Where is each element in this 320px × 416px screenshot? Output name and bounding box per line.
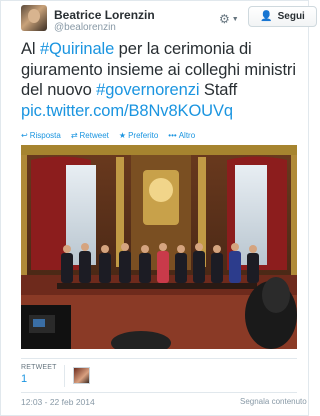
tweet-header: Beatrice Lorenzin @bealorenzin ⚙ ▼ 👤 Segu… bbox=[21, 5, 317, 35]
author-handle[interactable]: @bealorenzin bbox=[54, 22, 116, 33]
more-dots-icon: ••• bbox=[168, 130, 177, 140]
tweet-text: Al #Quirinale per la cerimonia di giuram… bbox=[21, 39, 301, 121]
follow-button[interactable]: 👤 Segui bbox=[248, 6, 317, 27]
report-link[interactable]: Segnala contenuto bbox=[240, 397, 307, 406]
tweet-actions: ↩ Risposta ⇄ Retweet ★ Preferito ••• Altro bbox=[21, 129, 205, 141]
favorite-action[interactable]: ★ Preferito bbox=[119, 131, 158, 140]
tweet-photo[interactable] bbox=[21, 145, 297, 349]
more-action[interactable]: ••• Altro bbox=[168, 131, 195, 140]
reply-icon: ↩ bbox=[21, 130, 28, 140]
chevron-down-icon: ▼ bbox=[231, 15, 239, 23]
author-avatar[interactable] bbox=[21, 5, 47, 31]
reply-action[interactable]: ↩ Risposta bbox=[21, 131, 61, 140]
settings-menu-button[interactable]: ⚙ ▼ bbox=[219, 11, 241, 27]
retweet-action[interactable]: ⇄ Retweet bbox=[71, 131, 109, 140]
more-label: Altro bbox=[178, 130, 196, 140]
stats-divider bbox=[21, 358, 297, 359]
retweet-stat-count[interactable]: 1 bbox=[21, 373, 27, 385]
retweet-stat-label: RETWEET bbox=[21, 364, 57, 371]
ceremony-photo bbox=[21, 145, 297, 349]
author-name[interactable]: Beatrice Lorenzin bbox=[54, 8, 155, 22]
tweet-text-part: Al bbox=[21, 40, 40, 58]
retweeter-avatar[interactable] bbox=[73, 367, 90, 384]
footer-divider bbox=[21, 392, 297, 393]
reply-label: Risposta bbox=[29, 130, 61, 140]
gear-icon: ⚙ bbox=[219, 12, 230, 26]
tweet-timestamp[interactable]: 12:03 - 22 feb 2014 bbox=[21, 397, 95, 407]
hashtag-governorenzi[interactable]: #governorenzi bbox=[96, 81, 199, 99]
add-user-icon: 👤 bbox=[260, 11, 273, 22]
stats-separator bbox=[64, 365, 65, 387]
retweet-icon: ⇄ bbox=[70, 130, 78, 140]
favorite-star-icon: ★ bbox=[118, 130, 127, 140]
retweet-label: Retweet bbox=[79, 130, 109, 140]
favorite-label: Preferito bbox=[128, 130, 159, 140]
hashtag-quirinale[interactable]: #Quirinale bbox=[40, 40, 114, 58]
tweet-text-part: Staff bbox=[199, 81, 238, 99]
follow-label: Segui bbox=[277, 11, 305, 22]
media-link[interactable]: pic.twitter.com/B8Nv8KOUVq bbox=[21, 102, 233, 120]
